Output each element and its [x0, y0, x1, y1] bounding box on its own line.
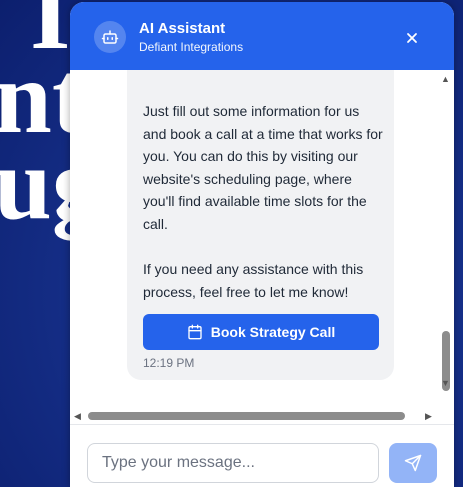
- send-button[interactable]: [389, 443, 437, 483]
- scroll-right-icon[interactable]: ▶: [425, 412, 432, 421]
- chat-header: AI Assistant Defiant Integrations: [70, 2, 454, 70]
- scroll-down-icon[interactable]: ▼: [441, 379, 450, 388]
- message-text: Just fill out some information for us an…: [143, 100, 383, 303]
- robot-icon: [94, 21, 126, 53]
- message-input[interactable]: [87, 443, 379, 483]
- message-list[interactable]: Just fill out some information for us an…: [70, 70, 454, 410]
- calendar-icon: [188, 324, 202, 340]
- scroll-left-icon[interactable]: ◀: [74, 412, 81, 421]
- book-strategy-call-label: Book Strategy Call: [210, 324, 336, 340]
- scroll-up-icon[interactable]: ▲: [441, 75, 450, 84]
- message-paragraph: Just fill out some information for us an…: [143, 103, 383, 232]
- vertical-scrollbar[interactable]: ▲ ▼: [438, 70, 454, 392]
- horizontal-scroll-thumb[interactable]: [88, 412, 405, 420]
- chat-title: AI Assistant: [139, 20, 226, 37]
- message-composer: [70, 424, 454, 487]
- assistant-message-bubble: Just fill out some information for us an…: [127, 70, 394, 380]
- message-timestamp: 12:19 PM: [143, 356, 195, 370]
- chat-widget: AI Assistant Defiant Integrations Just f…: [70, 2, 454, 487]
- close-icon: [407, 33, 417, 43]
- close-button[interactable]: [400, 26, 424, 50]
- chat-subtitle: Defiant Integrations: [139, 40, 244, 54]
- send-icon: [404, 454, 422, 472]
- book-strategy-call-button[interactable]: Book Strategy Call: [143, 314, 379, 350]
- horizontal-scrollbar[interactable]: ◀ ▶: [70, 408, 438, 424]
- message-paragraph: If you need any assistance with this pro…: [143, 261, 364, 300]
